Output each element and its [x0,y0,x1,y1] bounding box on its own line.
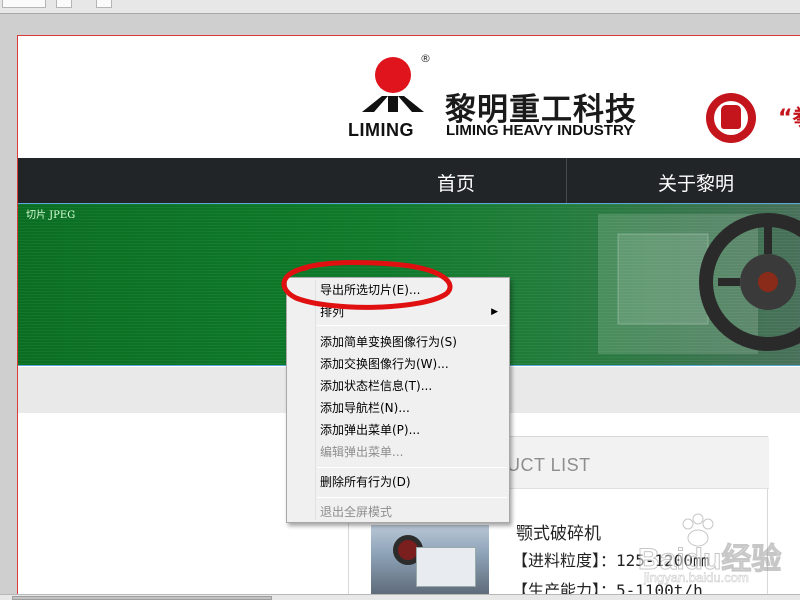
menu-item-label: 排列 [320,305,345,319]
submenu-arrow-icon: ▶ [491,307,498,317]
registered-mark: ® [420,52,431,65]
slice-label: 切片 JPEG [26,210,76,221]
menu-item-add-status-bar[interactable]: 添加状态栏信息(T)... [288,375,508,397]
product-image[interactable] [371,525,489,595]
menu-item-exit-fullscreen: 退出全屏模式 [320,505,393,519]
document-tab[interactable] [56,0,72,8]
nav-divider [566,158,567,203]
menu-item-add-simple-rollover[interactable]: 添加简单变换图像行为(S) [288,331,508,353]
product-name[interactable]: 颚式破碎机 [516,519,601,544]
menu-item-delete-all-behaviors[interactable]: 删除所有行为(D) [288,471,508,493]
site-header: ® LIMING 黎明重工科技 LIMING HEAVY INDUSTRY “拳 [18,36,800,158]
app-tab-bar [0,0,800,14]
scrollbar-thumb[interactable] [12,596,272,600]
liming-logo-icon [362,57,424,112]
fist-icon [706,93,756,143]
nav-item-home[interactable]: 首页 [437,169,475,196]
site-nav: 首页 关于黎明 [18,158,800,203]
slogan-text: “拳 [778,106,800,131]
menu-item-export-slice[interactable]: 导出所选切片(E)... [288,279,508,301]
watermark-url: jingyan.baidu.com [644,570,749,586]
menu-item-arrange[interactable]: 排列 ▶ [288,301,508,323]
logo-wordmark: LIMING [348,120,414,140]
brand-name-en: LIMING HEAVY INDUSTRY [446,122,634,139]
nav-item-about[interactable]: 关于黎明 [658,169,734,196]
context-menu: 导出所选切片(E)... 排列 ▶ 添加简单变换图像行为(S) 添加交换图像行为… [286,277,510,523]
menu-separator [317,467,507,468]
menu-item-add-nav-bar[interactable]: 添加导航栏(N)... [288,397,508,419]
baidu-watermark: Baidu经验 jingyan.baidu.com [637,512,798,596]
menu-item-add-popup-menu[interactable]: 添加弹出菜单(P)... [288,419,508,441]
menu-separator [317,325,507,326]
menu-item-edit-popup-menu: 编辑弹出菜单... [320,445,404,459]
document-tab[interactable] [2,0,46,8]
machine-illustration [598,213,800,354]
menu-item-add-swap-image[interactable]: 添加交换图像行为(W)... [288,353,508,375]
document-tab[interactable] [96,0,112,8]
menu-separator [317,497,507,498]
